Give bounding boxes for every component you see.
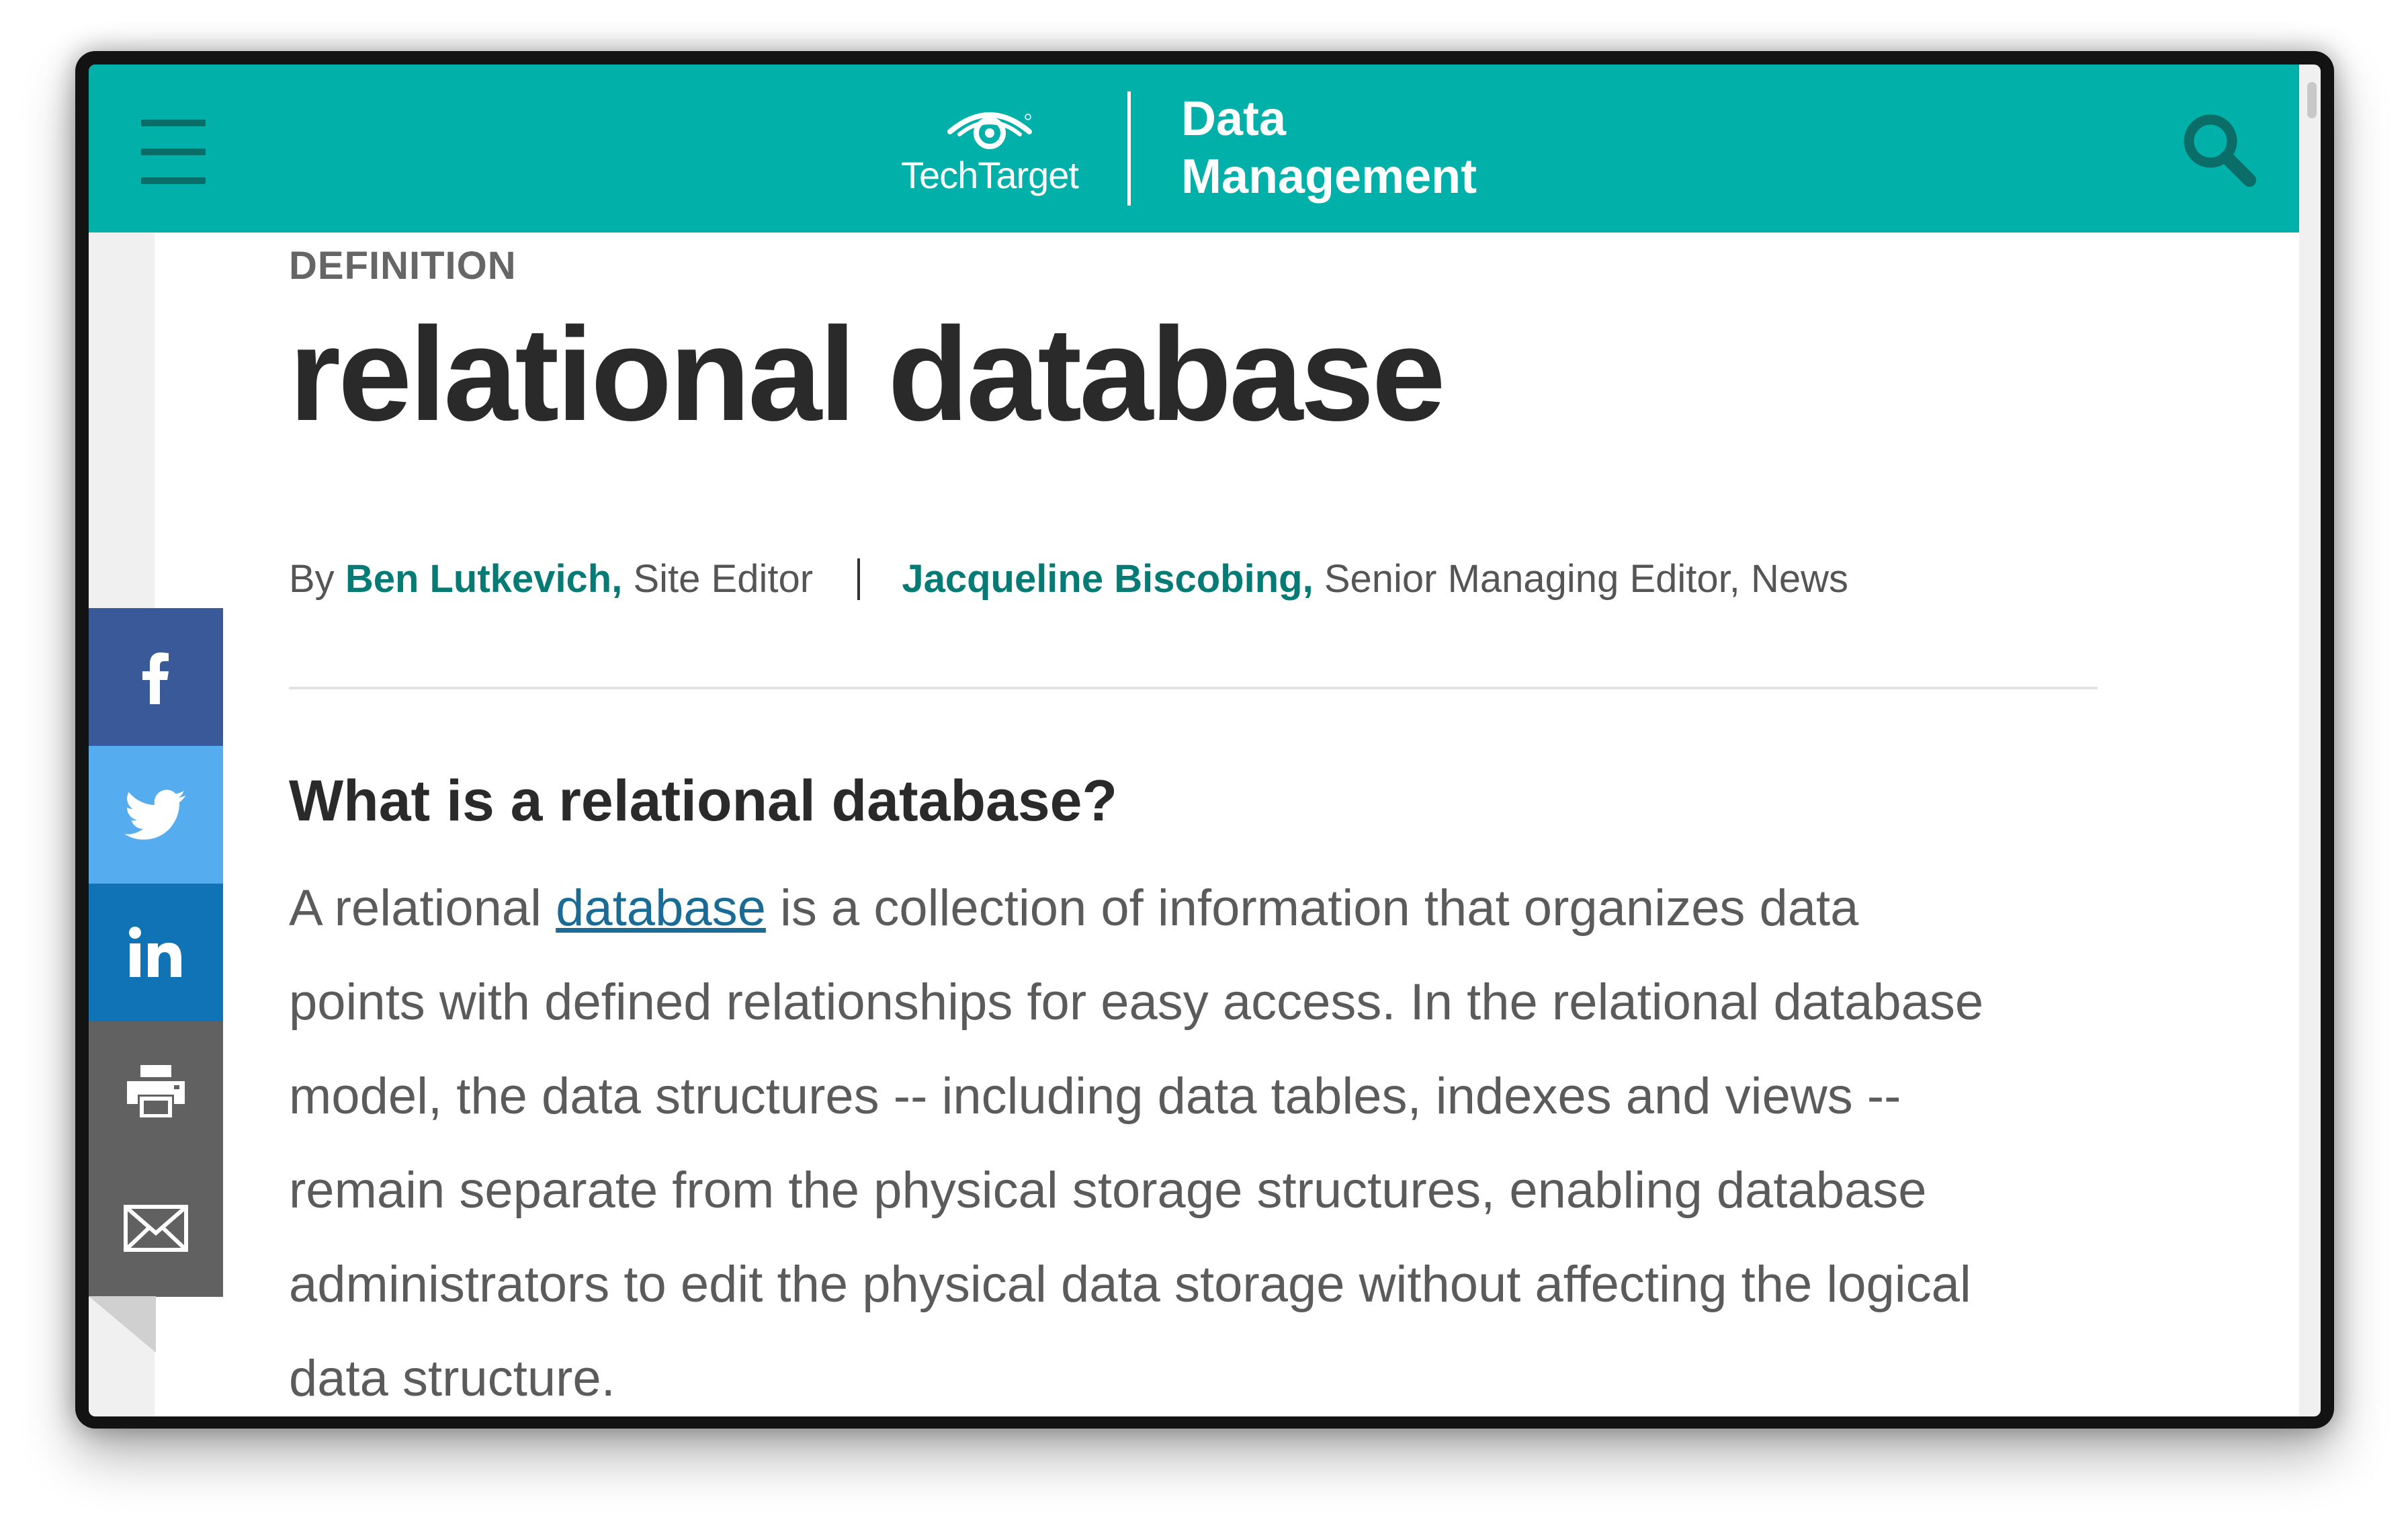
author-link-jacqueline-biscobing[interactable]: Jacqueline Biscobing,	[902, 557, 1313, 601]
share-linkedin-button[interactable]	[89, 884, 223, 1021]
logo-wordmark: TechTarget	[901, 154, 1079, 196]
twitter-icon	[125, 789, 186, 839]
hamburger-bar	[141, 177, 206, 184]
email-icon	[124, 1204, 188, 1252]
share-facebook-button[interactable]	[89, 608, 223, 746]
hamburger-bar	[141, 120, 206, 126]
author-role: Site Editor	[633, 557, 814, 601]
hamburger-menu-icon[interactable]	[141, 120, 206, 184]
site-name-line1: Data	[1181, 92, 1287, 146]
body-line: model, the data structures -- including …	[289, 1068, 1901, 1125]
content-type-label: DEFINITION	[289, 244, 517, 288]
scrollbar-thumb[interactable]	[2307, 82, 2317, 118]
share-bar-fold	[89, 1296, 156, 1353]
browser-window-frame: TechTarget Data Management DEFINITION re…	[75, 51, 2334, 1429]
body-line: administrators to edit the physical data…	[289, 1256, 1971, 1313]
divider	[289, 687, 2098, 689]
author-link-ben-lutkevich[interactable]: Ben Lutkevich,	[345, 557, 623, 601]
section-heading: What is a relational database?	[289, 769, 1118, 833]
screen: TechTarget Data Management DEFINITION re…	[89, 65, 2321, 1416]
body-text-segment: is a collection of information that orga…	[780, 880, 1859, 937]
body-line: remain separate from the physical storag…	[289, 1162, 1927, 1219]
share-twitter-button[interactable]	[89, 746, 223, 884]
body-line: A relational database is a collection of…	[289, 861, 2116, 956]
article-body: A relational database is a collection of…	[289, 861, 2116, 1416]
facebook-icon	[142, 652, 169, 704]
site-section-name[interactable]: Data Management	[1181, 90, 1517, 206]
techtarget-logo[interactable]: TechTarget	[894, 103, 1086, 204]
share-bar	[89, 608, 223, 1353]
body-line: data structure.	[289, 1350, 615, 1407]
body-line: points with defined relationships for ea…	[289, 974, 1984, 1031]
database-link[interactable]: database	[556, 880, 766, 937]
print-button[interactable]	[89, 1021, 223, 1159]
author-role: Senior Managing Editor, News	[1324, 557, 1849, 601]
techtarget-eye-icon	[947, 112, 1032, 149]
byline-prefix: By	[289, 557, 335, 601]
page-title: relational database	[289, 300, 1446, 448]
site-header: TechTarget Data Management	[89, 65, 2299, 232]
linkedin-icon	[129, 926, 181, 977]
byline-separator	[857, 558, 861, 600]
search-icon[interactable]	[2180, 110, 2258, 188]
hamburger-bar	[141, 148, 206, 155]
share-email-button[interactable]	[89, 1159, 223, 1297]
logo-divider	[1127, 91, 1131, 206]
print-icon	[127, 1064, 185, 1117]
site-name-line2: Management	[1181, 150, 1477, 204]
byline: By Ben Lutkevich, Site Editor Jacqueline…	[289, 552, 1848, 606]
article-page: DEFINITION relational database By Ben Lu…	[155, 232, 2299, 1416]
body-text-segment: A relational	[289, 880, 542, 937]
